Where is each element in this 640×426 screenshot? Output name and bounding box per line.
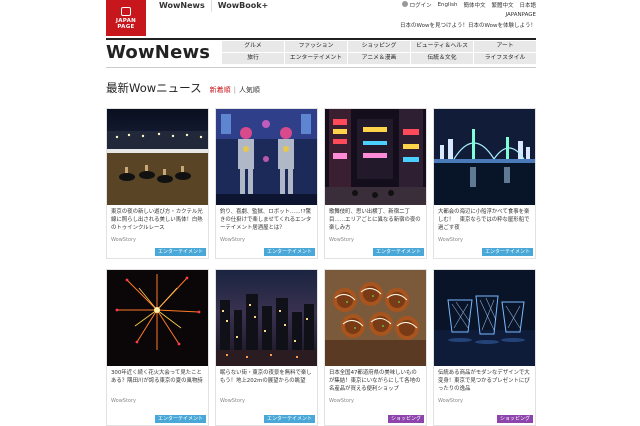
tab-wowbook[interactable]: WowBook+ xyxy=(210,0,275,12)
card-description: 大都会の海辺に小船浮かべて食事を楽しむ！ 東京ならではの粋な屋形船で過ごす夜 xyxy=(438,209,530,231)
section-header: 最新Wowニュース 新着順 | 人気順 xyxy=(106,80,260,96)
category-badge[interactable]: ショッピング xyxy=(496,415,533,423)
category-gourmet[interactable]: グルメ xyxy=(222,41,284,52)
robot-show-image xyxy=(216,109,317,205)
glassware-image xyxy=(434,270,535,366)
horse-race-night-image xyxy=(107,109,208,205)
top-tabs: WowNews WowBook+ xyxy=(153,0,274,12)
tab-wownews[interactable]: WowNews xyxy=(153,0,211,12)
category-beauty-health[interactable]: ビューティ＆ヘルス xyxy=(411,41,473,52)
category-badge[interactable]: エンターテイメント xyxy=(154,248,206,256)
card-source: WowStory xyxy=(438,398,464,404)
card-description: 歌舞伎町、思い出横丁、新宿二丁目……エリアごとに異なる新宿の夜の楽しみ方 xyxy=(329,209,421,231)
card-description: 日本全国47都道府県の美味しいものが集結！東京にいながらにして各地の名産品が買え… xyxy=(329,370,421,392)
card-source: WowStory xyxy=(329,398,355,404)
sort-new-link[interactable]: 新着順 xyxy=(210,85,231,95)
takoyaki-image xyxy=(325,270,426,366)
lang-japanese[interactable]: 日本語 xyxy=(519,1,536,9)
category-tradition-culture[interactable]: 伝統＆文化 xyxy=(411,53,473,64)
category-entertainment[interactable]: エンターテイメント xyxy=(285,53,347,64)
tokyo-nightview-image xyxy=(216,270,317,366)
lang-english[interactable]: English xyxy=(438,2,458,8)
card-description: 伝統ある商品がモダンなデザインで大変身！東京で見つかるプレゼントにぴったりの逸品 xyxy=(438,370,530,392)
card-description: 釣り、喜劇、監獄、ロボット……!?驚きの仕掛けで楽しませてくれるエンターテイメン… xyxy=(220,209,312,231)
logo-text-line2: PAGE xyxy=(117,23,135,30)
news-card[interactable]: 釣り、喜劇、監獄、ロボット……!?驚きの仕掛けで楽しませてくれるエンターテイメン… xyxy=(215,108,318,259)
brand-text: JAPANPAGE xyxy=(505,12,537,18)
utility-nav: ログイン English 簡体中文 繁體中文 日本語 xyxy=(396,1,536,9)
nav-divider xyxy=(106,67,536,68)
category-shopping[interactable]: ショッピング xyxy=(348,41,410,52)
category-badge[interactable]: エンターテイメント xyxy=(372,248,424,256)
login-link[interactable]: ログイン xyxy=(401,1,432,9)
lang-zh-hant[interactable]: 繁體中文 xyxy=(491,1,513,9)
card-source: WowStory xyxy=(111,237,137,243)
section-title: 最新Wowニュース xyxy=(106,81,202,95)
category-travel[interactable]: 旅行 xyxy=(222,53,284,64)
category-badge[interactable]: エンターテイメント xyxy=(263,415,315,423)
shinjuku-night-image xyxy=(325,109,426,205)
category-badge[interactable]: エンターテイメント xyxy=(481,248,533,256)
card-source: WowStory xyxy=(220,237,246,243)
news-card[interactable]: 歌舞伎町、思い出横丁、新宿二丁目……エリアごとに異なる新宿の夜の楽しみ方 Wow… xyxy=(324,108,427,259)
category-nav: グルメ ファッション ショッピング ビューティ＆ヘルス アート 旅行 エンターテ… xyxy=(222,41,536,64)
card-description: 東京の夜の新しい遊び方・カクテル光線に照らし出される美しい馬体！白熱のトゥインク… xyxy=(111,209,203,231)
category-anime-manga[interactable]: アニメ＆漫画 xyxy=(348,53,410,64)
japanpage-logo[interactable]: JAPAN PAGE xyxy=(106,0,146,36)
sort-popular-link[interactable]: 人気順 xyxy=(239,85,260,95)
category-badge[interactable]: エンターテイメント xyxy=(154,415,206,423)
news-card[interactable]: 伝統ある商品がモダンなデザインで大変身！東京で見つかるプレゼントにぴったりの逸品… xyxy=(433,269,536,426)
sort-separator: | xyxy=(233,86,236,94)
news-card[interactable]: 東京の夜の新しい遊び方・カクテル光線に照らし出される美しい馬体！白熱のトゥインク… xyxy=(106,108,209,259)
category-art[interactable]: アート xyxy=(474,41,536,52)
logo-icon xyxy=(121,6,131,16)
card-description: 眠らない街・東京の夜景を無料で楽しもう！地上202mの展望からの眺望 xyxy=(220,370,312,384)
card-source: WowStory xyxy=(111,398,137,404)
card-source: WowStory xyxy=(438,237,464,243)
card-source: WowStory xyxy=(220,398,246,404)
tagline: 日本のWowを見つけよう！日本のWowを体験しよう！ xyxy=(400,23,536,29)
user-icon xyxy=(401,1,408,7)
news-card[interactable]: 日本全国47都道府県の美味しいものが集結！東京にいながらにして各地の名産品が買え… xyxy=(324,269,427,426)
news-card[interactable]: 大都会の海辺に小船浮かべて食事を楽しむ！ 東京ならではの粋な屋形船で過ごす夜 W… xyxy=(433,108,536,259)
site-title[interactable]: WowNews xyxy=(106,42,210,63)
category-badge[interactable]: エンターテイメント xyxy=(263,248,315,256)
category-lifestyle[interactable]: ライフスタイル xyxy=(474,53,536,64)
fireworks-image xyxy=(107,270,208,366)
news-card[interactable]: 300年近く続く花火大会って見たことある？隅田川が誇る東京の夏の風物詩 WowS… xyxy=(106,269,209,426)
header-divider xyxy=(106,38,536,40)
login-label: ログイン xyxy=(409,3,432,9)
card-description: 300年近く続く花火大会って見たことある？隅田川が誇る東京の夏の風物詩 xyxy=(111,370,203,384)
category-fashion[interactable]: ファッション xyxy=(285,41,347,52)
lang-zh-hans[interactable]: 簡体中文 xyxy=(463,1,485,9)
category-badge[interactable]: ショッピング xyxy=(387,415,424,423)
card-source: WowStory xyxy=(329,237,355,243)
news-card[interactable]: 眠らない街・東京の夜景を無料で楽しもう！地上202mの展望からの眺望 WowSt… xyxy=(215,269,318,426)
rainbow-bridge-image xyxy=(434,109,535,205)
